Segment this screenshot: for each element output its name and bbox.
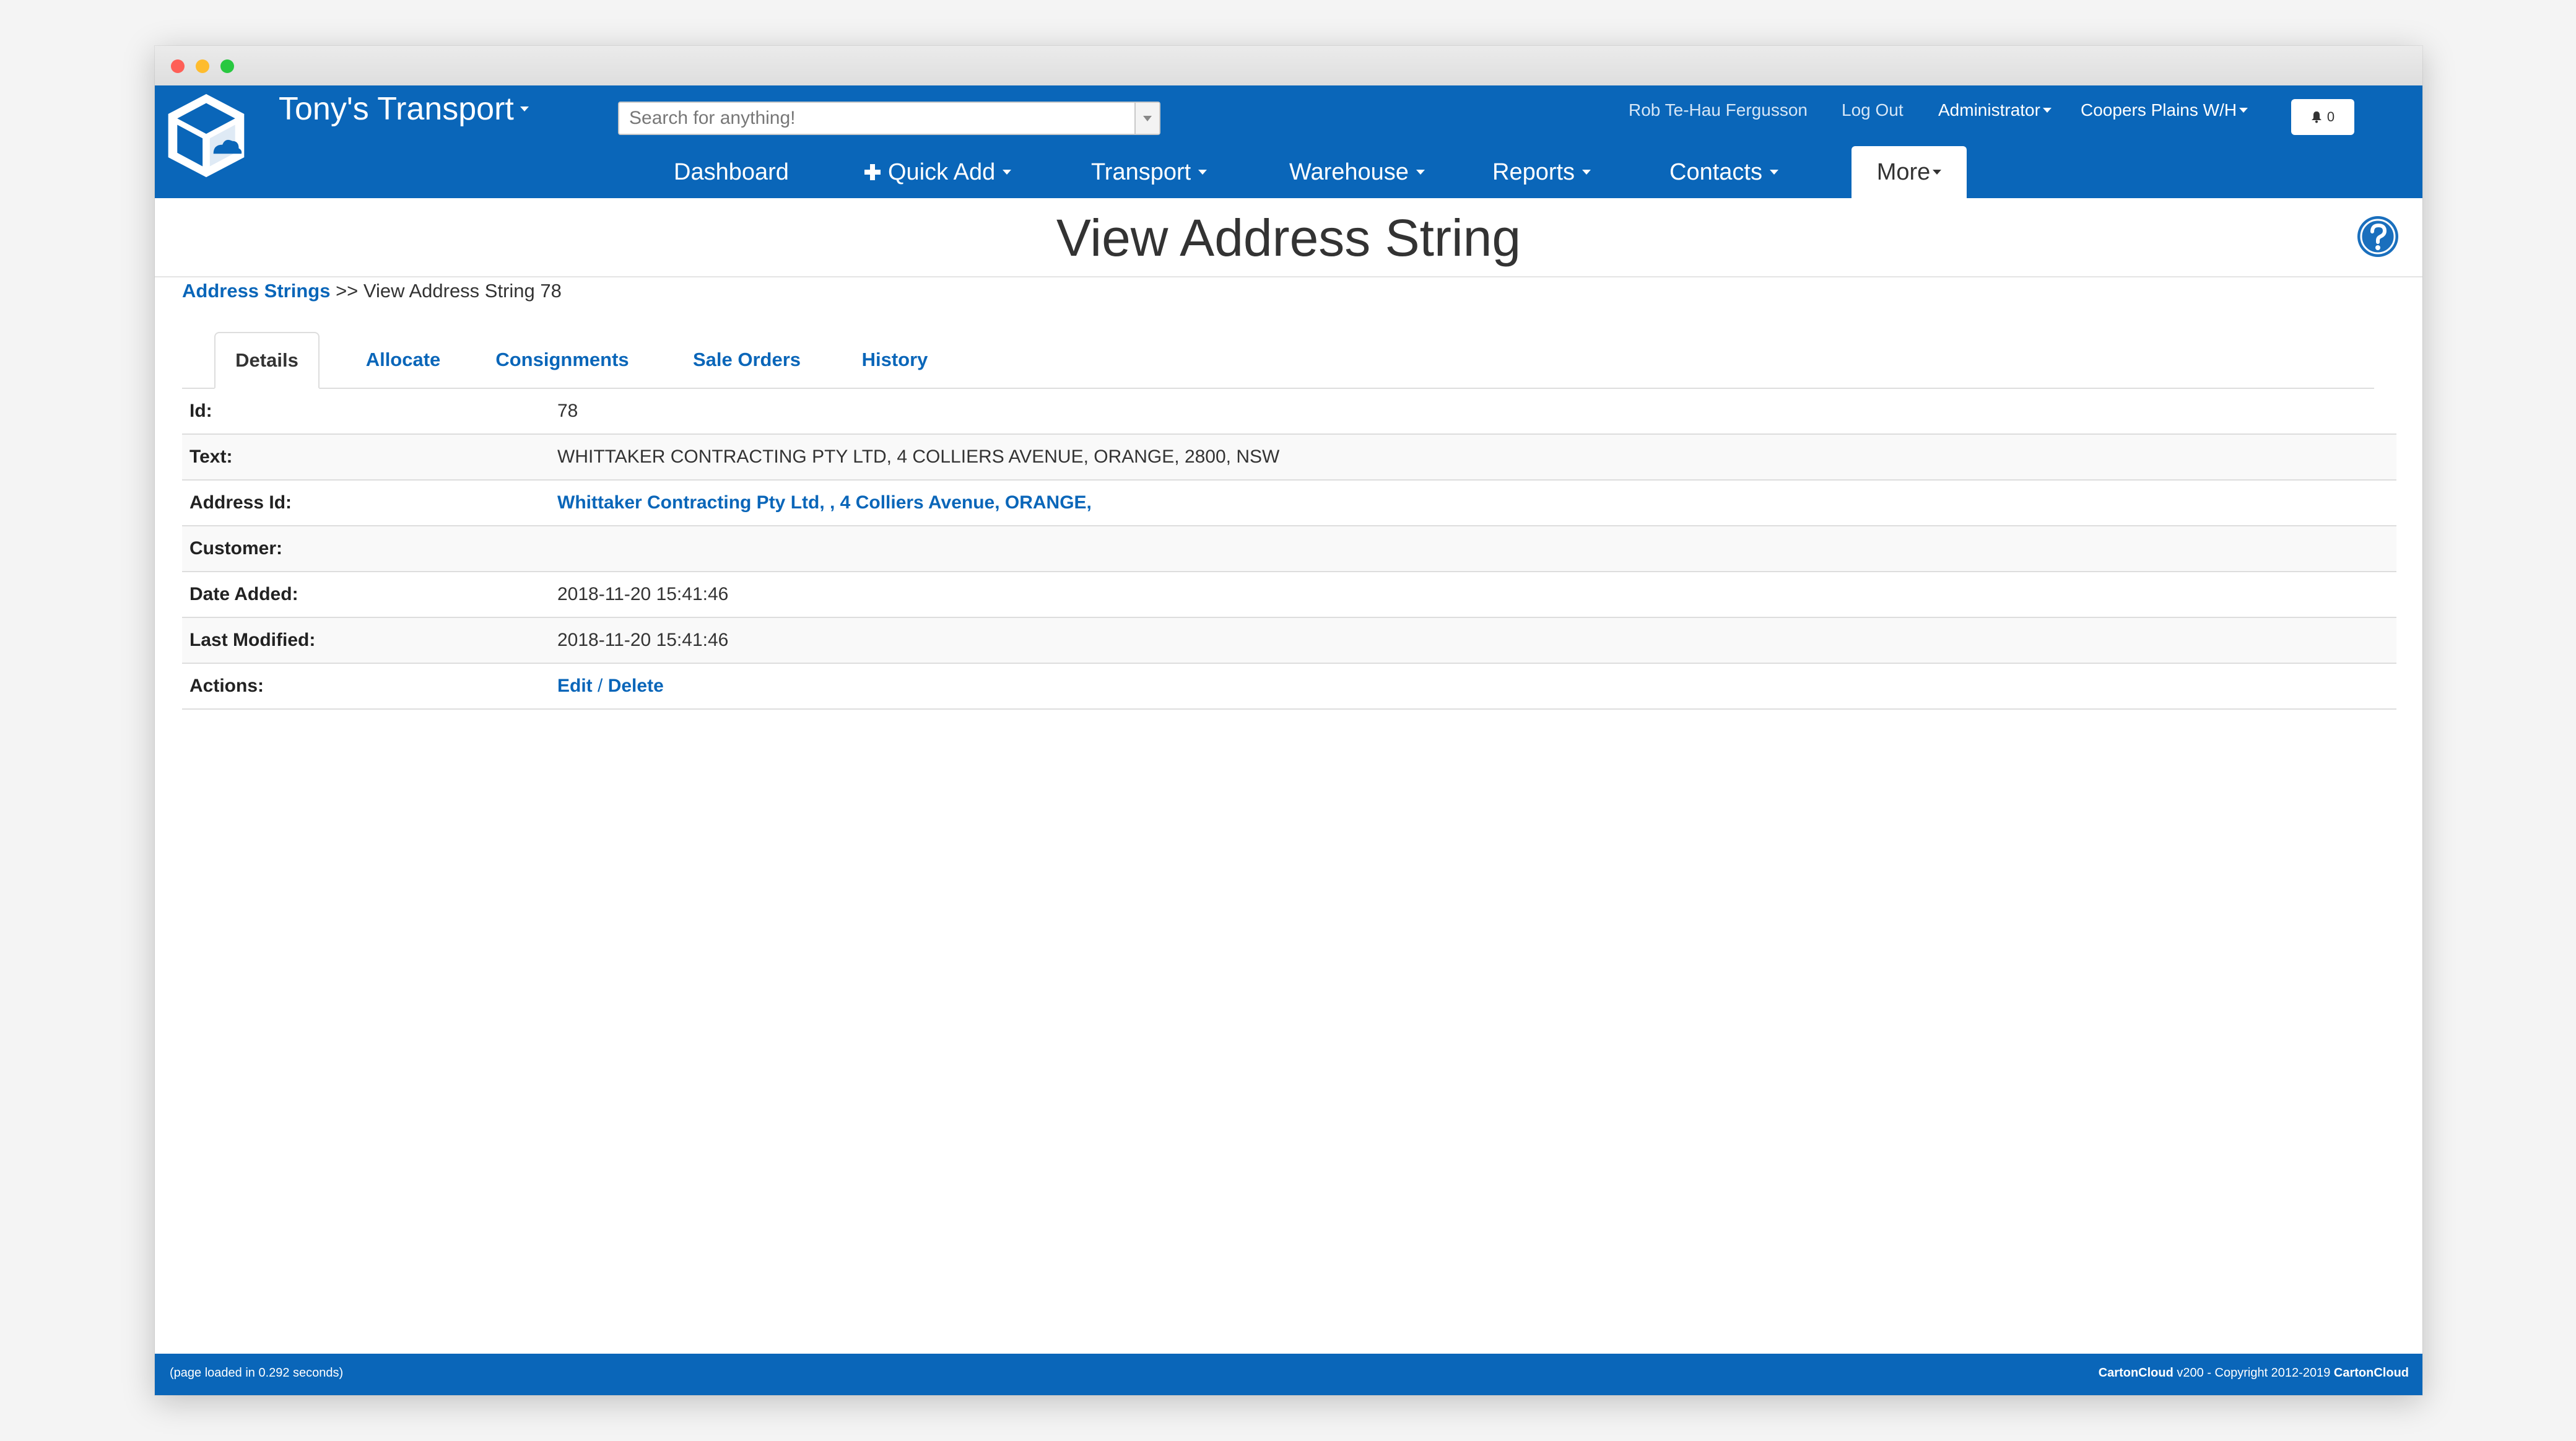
notifications-count: 0 [2327, 109, 2334, 125]
maximize-window-button[interactable] [220, 59, 234, 73]
search-input[interactable] [619, 103, 1127, 134]
address-link[interactable]: Whittaker Contracting Pty Ltd, , 4 Colli… [557, 492, 1092, 513]
page-title: View Address String [155, 208, 2422, 268]
detail-row-address-id: Address Id: Whittaker Contracting Pty Lt… [182, 481, 2396, 526]
edit-link[interactable]: Edit [557, 676, 593, 696]
chevron-down-icon [2043, 108, 2052, 113]
role-dropdown[interactable]: Administrator [1938, 100, 2052, 120]
detail-row-customer: Customer: [182, 526, 2396, 572]
tab-allocate[interactable]: Allocate [357, 332, 450, 388]
notifications-button[interactable]: 0 [2291, 99, 2354, 135]
nav-quick-add[interactable]: Quick Add [863, 146, 1011, 198]
warehouse-dropdown[interactable]: Coopers Plains W/H [2081, 100, 2248, 120]
date-added-value: 2018-11-20 15:41:46 [557, 572, 728, 617]
copyright: CartonCloud v200 - Copyright 2012-2019 C… [2099, 1366, 2409, 1380]
minimize-window-button[interactable] [196, 59, 209, 73]
footer: (page loaded in 0.292 seconds) CartonClo… [155, 1354, 2422, 1395]
nav-more[interactable]: More [1852, 146, 1967, 198]
details-table: Id: 78 Text: WHITTAKER CONTRACTING PTY L… [182, 389, 2396, 710]
chevron-down-icon [1143, 116, 1152, 121]
breadcrumb: Address Strings >> View Address String 7… [182, 280, 562, 302]
last-modified-label: Last Modified: [189, 618, 315, 663]
role-label: Administrator [1938, 100, 2040, 120]
breadcrumb-separator: >> [336, 280, 358, 302]
company-switcher[interactable]: Tony's Transport [279, 90, 529, 128]
nav-dashboard[interactable]: Dashboard [674, 146, 789, 198]
nav-reports-label: Reports [1492, 159, 1575, 186]
date-added-label: Date Added: [189, 572, 298, 617]
footer-brand-2: CartonCloud [2334, 1366, 2409, 1380]
nav-transport[interactable]: Transport [1091, 146, 1207, 198]
nav-dashboard-label: Dashboard [674, 159, 789, 186]
customer-label: Customer: [189, 526, 282, 571]
chevron-down-icon [1582, 170, 1591, 175]
chevron-down-icon [2239, 108, 2248, 113]
nav-contacts-label: Contacts [1669, 159, 1762, 186]
nav-quick-add-label: Quick Add [888, 159, 995, 186]
current-user-name: Rob Te-Hau Fergusson [1629, 100, 1808, 120]
search-dropdown-toggle[interactable] [1134, 103, 1159, 134]
footer-brand: CartonCloud [2099, 1366, 2174, 1380]
tab-consignments[interactable]: Consignments [489, 332, 635, 388]
nav-warehouse[interactable]: Warehouse [1289, 146, 1425, 198]
chevron-down-icon [1933, 170, 1941, 175]
chevron-down-icon [1198, 170, 1207, 175]
nav-more-label: More [1877, 159, 1931, 186]
nav-reports[interactable]: Reports [1492, 146, 1591, 198]
close-window-button[interactable] [171, 59, 185, 73]
delete-link[interactable]: Delete [608, 676, 664, 696]
footer-copyright-text: v200 - Copyright 2012-2019 [2177, 1366, 2330, 1380]
detail-row-actions: Actions: Edit / Delete [182, 664, 2396, 710]
detail-row-last-modified: Last Modified: 2018-11-20 15:41:46 [182, 618, 2396, 664]
actions-value: Edit / Delete [557, 664, 664, 708]
title-divider [155, 276, 2422, 277]
nav-warehouse-label: Warehouse [1289, 159, 1409, 186]
detail-row-text: Text: WHITTAKER CONTRACTING PTY LTD, 4 C… [182, 435, 2396, 481]
warehouse-label: Coopers Plains W/H [2081, 100, 2237, 120]
text-label: Text: [189, 435, 232, 479]
chevron-down-icon [1416, 170, 1425, 175]
window-titlebar [155, 46, 2422, 86]
detail-row-date-added: Date Added: 2018-11-20 15:41:46 [182, 572, 2396, 618]
tab-sale-orders[interactable]: Sale Orders [685, 332, 809, 388]
breadcrumb-current: View Address String 78 [363, 280, 562, 302]
breadcrumb-address-strings-link[interactable]: Address Strings [182, 280, 330, 302]
tab-history[interactable]: History [848, 332, 941, 388]
detail-tabs: Details Allocate Consignments Sale Order… [182, 332, 2374, 389]
address-id-value: Whittaker Contracting Pty Ltd, , 4 Colli… [557, 481, 1092, 525]
actions-label: Actions: [189, 664, 264, 708]
top-navbar: Tony's Transport Rob Te-Hau Fergusson Lo… [155, 85, 2422, 198]
detail-row-id: Id: 78 [182, 389, 2396, 435]
page-load-time: (page loaded in 0.292 seconds) [170, 1366, 343, 1380]
id-value: 78 [557, 389, 578, 433]
nav-contacts[interactable]: Contacts [1669, 146, 1778, 198]
plus-icon [863, 163, 882, 181]
global-search[interactable] [618, 102, 1160, 135]
logout-link[interactable]: Log Out [1842, 100, 1904, 120]
last-modified-value: 2018-11-20 15:41:46 [557, 618, 728, 663]
company-name: Tony's Transport [279, 90, 514, 128]
nav-transport-label: Transport [1091, 159, 1191, 186]
cartoncloud-logo-icon[interactable] [161, 90, 251, 181]
browser-window: Tony's Transport Rob Te-Hau Fergusson Lo… [155, 46, 2422, 1395]
chevron-down-icon [1770, 170, 1778, 175]
help-icon[interactable] [2356, 214, 2400, 259]
chevron-down-icon [520, 107, 529, 111]
text-value: WHITTAKER CONTRACTING PTY LTD, 4 COLLIER… [557, 435, 1279, 479]
tab-details[interactable]: Details [214, 332, 320, 389]
actions-separator: / [598, 676, 603, 696]
bell-icon [2311, 111, 2322, 123]
chevron-down-icon [1003, 170, 1011, 175]
id-label: Id: [189, 389, 212, 433]
address-id-label: Address Id: [189, 481, 292, 525]
